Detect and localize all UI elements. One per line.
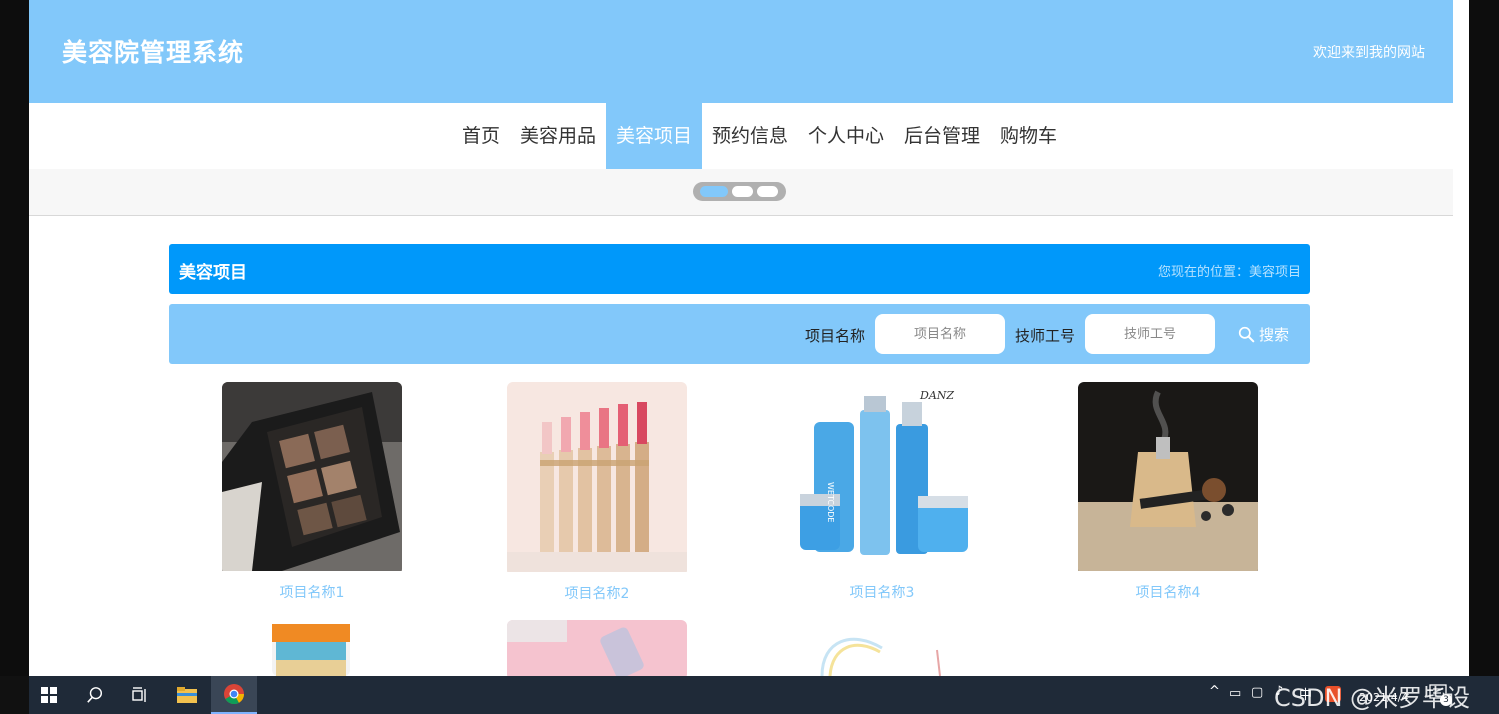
banner-carousel xyxy=(29,169,1453,216)
project-card-7[interactable] xyxy=(792,620,972,676)
task-view-icon xyxy=(132,687,146,702)
staff-id-label: 技师工号 xyxy=(1015,327,1076,345)
project-image-1[interactable] xyxy=(222,382,402,575)
start-button[interactable] xyxy=(29,676,69,714)
project-card-4[interactable]: 项目名称4 xyxy=(1078,382,1258,602)
screen-left-edge xyxy=(0,0,29,676)
project-card-5[interactable] xyxy=(222,620,402,676)
search-icon xyxy=(87,687,103,703)
carousel-dot-3[interactable] xyxy=(757,186,778,197)
project-card-6[interactable] xyxy=(507,620,687,676)
site-header: 美容院管理系统 欢迎来到我的网站 xyxy=(29,0,1453,103)
project-card-1[interactable]: 项目名称1 xyxy=(222,382,402,602)
taskbar-search-button[interactable] xyxy=(75,676,115,714)
windows-logo-icon xyxy=(41,687,57,703)
nav-item-home[interactable]: 首页 xyxy=(452,103,510,169)
taskbar-chrome[interactable] xyxy=(211,676,257,714)
browser-viewport: 美容院管理系统 欢迎来到我的网站 首页 美容用品 美容项目 预约信息 个人中心 … xyxy=(29,0,1469,676)
nav-item-appointments[interactable]: 预约信息 xyxy=(702,103,798,169)
search-button[interactable]: 搜索 xyxy=(1238,323,1289,345)
section-header: 美容项目 您现在的位置：美容项目 xyxy=(169,244,1310,294)
project-image-7[interactable] xyxy=(792,620,972,676)
welcome-text: 欢迎来到我的网站 xyxy=(1313,45,1425,61)
breadcrumb: 您现在的位置：美容项目 xyxy=(1157,265,1301,280)
carousel-dot-2[interactable] xyxy=(732,186,753,197)
project-name-input[interactable] xyxy=(875,314,1005,354)
nav-item-profile[interactable]: 个人中心 xyxy=(798,103,894,169)
task-view-button[interactable] xyxy=(120,676,160,714)
search-icon xyxy=(1238,326,1255,342)
project-image-6[interactable] xyxy=(507,620,687,676)
nav-item-products[interactable]: 美容用品 xyxy=(510,103,606,169)
nav-item-cart[interactable]: 购物车 xyxy=(990,103,1067,169)
battery-icon[interactable]: ▭ xyxy=(1229,686,1241,701)
project-name-3[interactable]: 项目名称3 xyxy=(792,582,972,602)
search-button-label: 搜索 xyxy=(1259,325,1290,344)
taskbar-date[interactable]: 2021/4/4 xyxy=(1359,691,1408,704)
staff-id-input[interactable] xyxy=(1085,314,1215,354)
product-label-text: WETCODE xyxy=(826,482,835,522)
project-image-2[interactable] xyxy=(507,382,687,576)
network-icon[interactable]: ▢ xyxy=(1251,685,1263,700)
main-nav: 首页 美容用品 美容项目 预约信息 个人中心 后台管理 购物车 xyxy=(29,103,1453,169)
windows-taskbar: ^ ▭ ▢ ♪ 中 CSDN @米罗毕设 2021/4/4 3 xyxy=(29,676,1499,714)
project-image-3[interactable]: DANZ WETCODE xyxy=(792,382,972,575)
carousel-dot-1[interactable] xyxy=(700,186,728,197)
project-name-4[interactable]: 项目名称4 xyxy=(1078,582,1258,602)
site-title: 美容院管理系统 xyxy=(62,38,245,67)
tray-chevron-up-icon[interactable]: ^ xyxy=(1209,684,1220,699)
brand-logo-text: DANZ xyxy=(919,389,954,402)
project-card-3[interactable]: DANZ WETCODE 项目名称3 xyxy=(792,382,972,602)
project-card-2[interactable]: 项目名称2 xyxy=(507,382,687,603)
folder-icon xyxy=(177,687,197,703)
chrome-icon xyxy=(224,684,245,705)
project-name-label: 项目名称 xyxy=(805,327,866,345)
screen-right-edge xyxy=(1469,0,1499,676)
taskbar-file-explorer[interactable] xyxy=(166,676,208,714)
section-title: 美容项目 xyxy=(179,263,247,283)
nav-item-projects[interactable]: 美容项目 xyxy=(605,103,702,169)
project-name-1[interactable]: 项目名称1 xyxy=(222,582,402,602)
project-image-5[interactable] xyxy=(222,620,402,676)
project-name-2[interactable]: 项目名称2 xyxy=(507,583,687,603)
carousel-indicators xyxy=(693,182,786,201)
notification-center-icon[interactable]: 3 xyxy=(1429,684,1452,706)
project-image-4[interactable] xyxy=(1078,382,1258,575)
search-bar: 项目名称 技师工号 搜索 xyxy=(169,304,1310,364)
nav-item-admin[interactable]: 后台管理 xyxy=(894,103,990,169)
notification-count-badge: 3 xyxy=(1440,694,1452,706)
